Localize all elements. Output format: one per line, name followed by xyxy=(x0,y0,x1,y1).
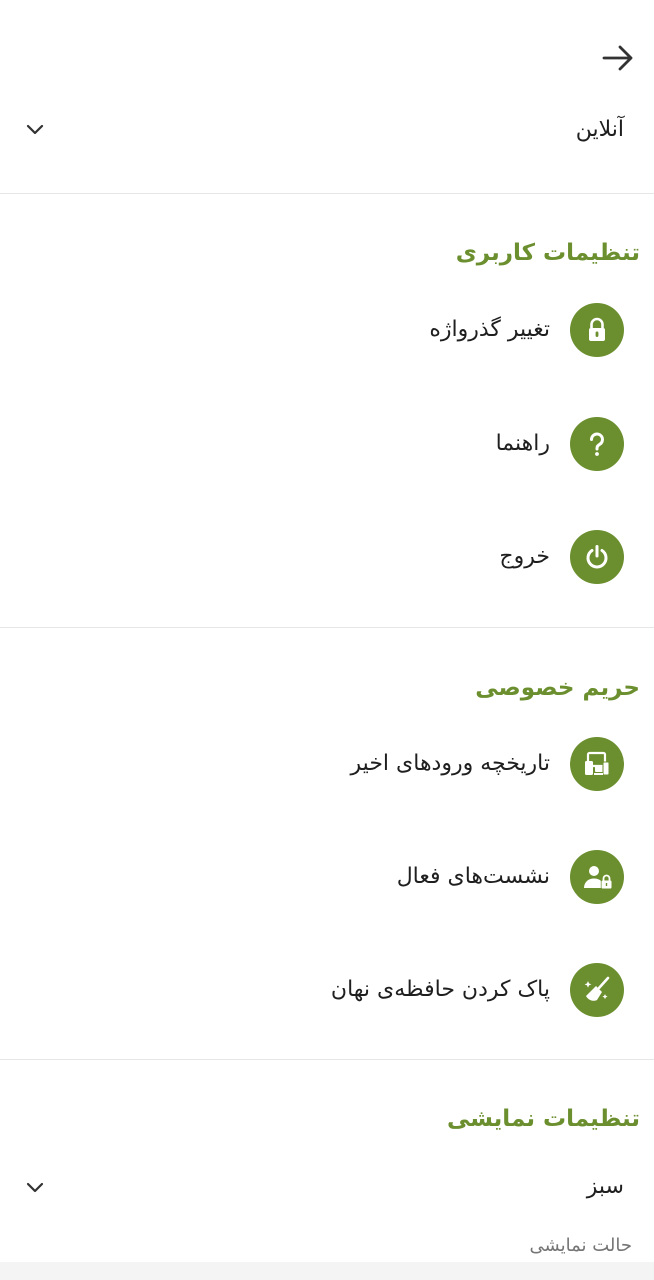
theme-select-value: سبز xyxy=(586,1174,624,1199)
menu-item-label: پاک کردن حافظه‌ی نهان xyxy=(330,977,550,1002)
broom-icon xyxy=(570,963,624,1017)
section-title-user-settings: تنظیمات کاربری xyxy=(455,240,640,266)
menu-item-logout[interactable]: خروج xyxy=(0,517,654,597)
menu-item-clear-cache[interactable]: پاک کردن حافظه‌ی نهان xyxy=(0,950,654,1030)
divider xyxy=(0,627,654,628)
power-icon xyxy=(570,530,624,584)
menu-item-label: راهنما xyxy=(495,431,550,456)
divider xyxy=(0,1059,654,1060)
lock-icon xyxy=(570,303,624,357)
menu-item-active-sessions[interactable]: نشست‌های فعال xyxy=(0,837,654,917)
theme-select[interactable]: سبز xyxy=(0,1163,654,1213)
back-button[interactable] xyxy=(596,36,640,80)
menu-item-login-history[interactable]: تاریخچه ورودهای اخیر xyxy=(0,724,654,804)
devices-icon xyxy=(570,737,624,791)
menu-item-label: تغییر گذرواژه xyxy=(429,317,550,342)
chevron-down-icon xyxy=(24,119,46,141)
status-select[interactable]: آنلاین xyxy=(0,102,654,158)
bottom-strip xyxy=(0,1262,654,1280)
user-lock-icon xyxy=(570,850,624,904)
chevron-down-icon xyxy=(24,1177,46,1199)
status-select-value: آنلاین xyxy=(575,117,624,142)
theme-select-helper-text: حالت نمایشی xyxy=(529,1235,632,1256)
section-title-privacy: حریم خصوصی xyxy=(475,675,640,701)
arrow-right-icon xyxy=(602,45,633,71)
help-icon xyxy=(570,417,624,471)
settings-page: آنلاین تنظیمات کاربری تغییر گذرواژه راهن… xyxy=(0,0,654,1280)
section-title-display-settings: تنظیمات نمایشی xyxy=(447,1106,640,1132)
menu-item-label: تاریخچه ورودهای اخیر xyxy=(350,751,550,776)
menu-item-label: نشست‌های فعال xyxy=(396,864,550,889)
menu-item-change-password[interactable]: تغییر گذرواژه xyxy=(0,290,654,370)
menu-item-label: خروج xyxy=(499,544,550,569)
menu-item-help[interactable]: راهنما xyxy=(0,404,654,484)
divider xyxy=(0,193,654,194)
